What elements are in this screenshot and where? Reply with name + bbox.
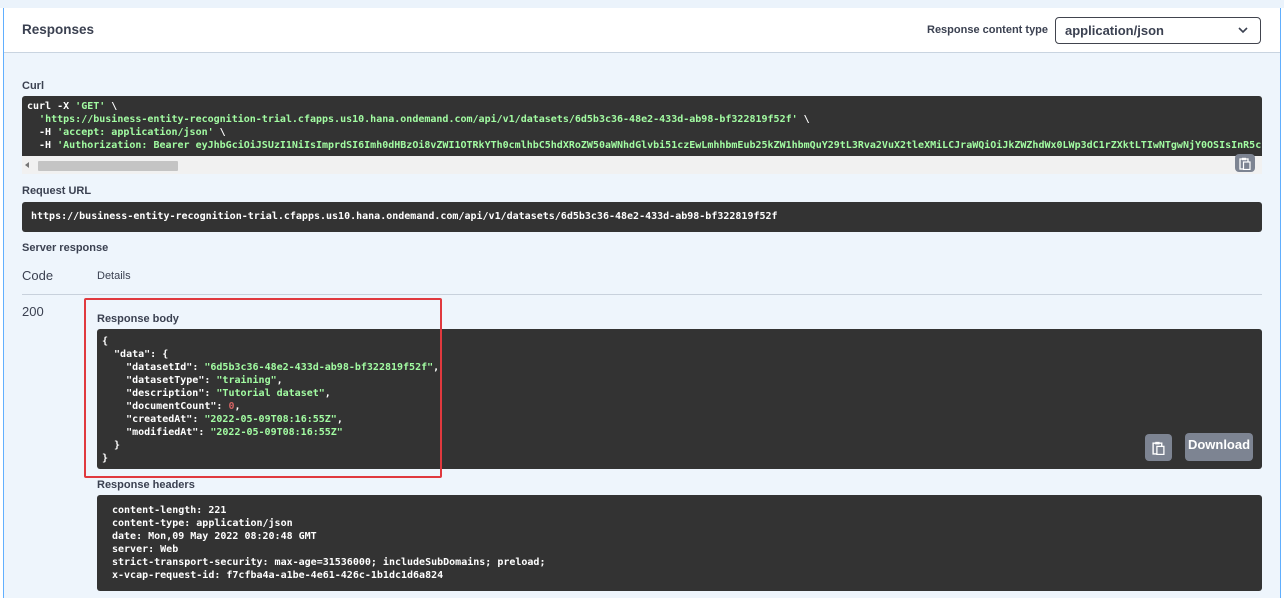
json-punct: : { [150, 349, 169, 360]
json-key: "modifiedAt" [102, 427, 199, 438]
details-column-header: Details [97, 270, 131, 282]
top-frame [0, 0, 1284, 8]
json-value: "training" [216, 375, 277, 386]
curl-scroll-thumb[interactable] [38, 161, 178, 171]
json-field-document-count: "documentCount": 0, [102, 401, 241, 412]
json-key: "datasetType" [102, 375, 205, 386]
clipboard-icon [1239, 157, 1251, 170]
curl-line-2: 'https://business-entity-recognition-tri… [27, 113, 1257, 126]
json-comma: , [324, 388, 331, 399]
response-body-label: Response body [97, 313, 179, 325]
curl-horizontal-scrollbar[interactable] [22, 156, 1262, 174]
json-key: "description" [102, 388, 205, 399]
curl-cmd-text: curl -X [27, 101, 76, 112]
json-open-brace: { [102, 336, 109, 347]
copy-response-body-button[interactable] [1145, 434, 1172, 461]
json-key: "data" [102, 349, 151, 360]
json-key: "documentCount" [102, 401, 217, 412]
table-divider [22, 294, 1262, 295]
curl-label: Curl [22, 80, 44, 92]
curl-line-end: \ [105, 101, 118, 112]
responses-header: Responses Response content type applicat… [4, 8, 1280, 53]
json-data-line: "data": { [102, 348, 1257, 361]
curl-line-4: -H 'Authorization: Bearer eyJhbGciOiJSUz… [27, 139, 1262, 152]
response-headers-label: Response headers [97, 479, 195, 491]
json-field-dataset-type: "datasetType": "training", [102, 375, 283, 386]
json-data-close: } [102, 440, 121, 451]
chevron-down-icon [1238, 27, 1248, 34]
response-content-type-label: Response content type [927, 24, 1049, 36]
curl-line-3: -H 'accept: application/json' \ [27, 126, 1257, 139]
server-response-label: Server response [22, 242, 109, 254]
curl-line-1: curl -X 'GET' \ [27, 100, 1257, 113]
json-key: "datasetId" [102, 362, 193, 373]
curl-flag: -H [27, 140, 58, 151]
json-field-created-at: "createdAt": "2022-05-09T08:16:55Z", [102, 414, 343, 425]
curl-auth-header: 'Authorization: Bearer eyJhbGciOiJSUzI1N… [57, 140, 1262, 151]
request-url-label: Request URL [22, 185, 92, 197]
copy-curl-button[interactable] [1235, 154, 1255, 172]
curl-command[interactable]: curl -X 'GET' \ 'https://business-entity… [22, 96, 1262, 156]
curl-method: 'GET' [75, 101, 106, 112]
response-body[interactable]: { "data": { "datasetId": "6d5b3c36-48e2-… [97, 329, 1262, 469]
header-line: date: Mon,09 May 2022 08:20:48 GMT [112, 531, 317, 542]
curl-line-end: \ [213, 127, 226, 138]
clipboard-icon [1152, 441, 1165, 455]
json-value: "2022-05-09T08:16:55Z" [204, 414, 337, 425]
response-headers[interactable]: content-length: 221 content-type: applica… [97, 495, 1262, 591]
json-comma: , [276, 375, 283, 386]
request-url-value[interactable]: https://business-entity-recognition-tria… [22, 202, 1262, 232]
curl-flag: -H [27, 127, 58, 138]
curl-line-end: \ [797, 114, 810, 125]
header-line: x-vcap-request-id: f7cfba4a-a1be-4e61-42… [112, 570, 444, 581]
json-comma: , [234, 401, 241, 412]
header-line: server: Web [112, 544, 179, 555]
curl-url: 'https://business-entity-recognition-tri… [39, 114, 798, 125]
header-line: content-length: 221 [112, 505, 227, 516]
code-column-header: Code [22, 268, 54, 283]
scroll-left-arrow-icon[interactable] [25, 162, 29, 168]
download-button[interactable]: Download [1185, 433, 1253, 461]
content-type-selected-value: application/json [1065, 23, 1164, 38]
curl-accept-header: 'accept: application/json' [57, 127, 214, 138]
json-close-brace: } [102, 453, 109, 464]
json-value: "Tutorial dataset" [216, 388, 325, 399]
json-field-dataset-id: "datasetId": "6d5b3c36-48e2-433d-ab98-bf… [102, 362, 440, 373]
response-content-type-select[interactable]: application/json [1055, 17, 1261, 44]
json-field-modified-at: "modifiedAt": "2022-05-09T08:16:55Z" [102, 427, 343, 438]
json-comma: , [336, 414, 343, 425]
json-value: "2022-05-09T08:16:55Z" [210, 427, 343, 438]
responses-title: Responses [22, 22, 95, 37]
json-field-description: "description": "Tutorial dataset", [102, 388, 331, 399]
json-key: "createdAt" [102, 414, 193, 425]
status-code: 200 [22, 304, 44, 319]
header-line: content-type: application/json [112, 518, 293, 529]
json-value: "6d5b3c36-48e2-433d-ab98-bf322819f52f" [204, 362, 434, 373]
json-comma: , [433, 362, 440, 373]
header-line: strict-transport-security: max-age=31536… [112, 557, 546, 568]
